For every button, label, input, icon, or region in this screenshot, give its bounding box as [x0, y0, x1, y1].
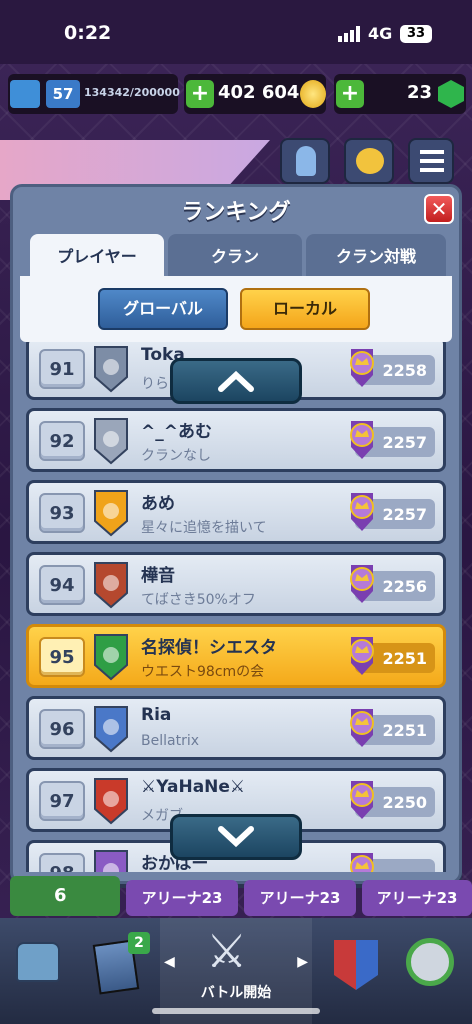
trophy-icon [345, 345, 379, 393]
plus-icon[interactable]: + [336, 80, 364, 108]
ranking-list[interactable]: 91 Toka りら 2258 92 ^_^あむ クランなし 2257 93 あ… [0, 342, 472, 872]
status-bar: 0:22 4G 33 [0, 0, 472, 64]
tab-clan-war[interactable]: クラン対戦 [306, 234, 446, 276]
person-icon [296, 146, 316, 176]
trophy-icon [345, 777, 379, 825]
chevron-down-icon [218, 826, 254, 848]
global-toggle[interactable]: グローバル [98, 288, 228, 330]
rank-number: 98 [39, 853, 85, 872]
gem-icon [438, 80, 464, 108]
network-label: 4G [368, 24, 393, 43]
trophy-icon [345, 849, 379, 872]
crown-icon [10, 80, 40, 108]
clan-badge-icon [93, 417, 129, 465]
ranking-row[interactable]: 96 Ria Bellatrix 2251 [26, 696, 446, 760]
ranking-row[interactable]: 92 ^_^あむ クランなし 2257 [26, 408, 446, 472]
clan-badge-icon [93, 561, 129, 609]
gem-amount: 23 [406, 82, 432, 103]
home-indicator [152, 1008, 320, 1014]
rank-number: 94 [39, 565, 85, 605]
trophy-icon [345, 705, 379, 753]
clan-name: りら [141, 376, 169, 392]
crown-icon [356, 148, 384, 174]
clan-name: 星々に追憶を描いて [141, 520, 267, 536]
plus-icon[interactable]: + [186, 80, 214, 108]
gold-counter[interactable]: + 402 604 [184, 74, 326, 114]
player-name: ^_^あむ [141, 422, 212, 442]
cards-tab[interactable]: 2 [88, 928, 152, 998]
chevron-right-icon: ▶ [297, 954, 308, 970]
ranking-row[interactable]: 94 樺音 てばさき50%オフ 2256 [26, 552, 446, 616]
player-name: あめ [141, 494, 175, 514]
swords-icon: ⚔ [206, 924, 248, 978]
signal-icon [338, 26, 362, 42]
chevron-left-icon: ◀ [164, 954, 175, 970]
scroll-up-button[interactable] [170, 358, 302, 404]
menu-icon [420, 150, 444, 172]
status-time: 0:22 [64, 22, 112, 44]
tab-players[interactable]: プレイヤー [30, 234, 164, 276]
friends-button[interactable] [280, 138, 330, 184]
menu-button[interactable] [408, 138, 454, 184]
clan-name: てばさき50%オフ [141, 592, 256, 608]
rank-number: 96 [39, 709, 85, 749]
shop-tab[interactable] [8, 928, 68, 998]
ranking-row[interactable]: 95 名探偵！シエスタ ウエスト98cmの会 2251 [26, 624, 446, 688]
arena-label[interactable]: アリーナ23 [362, 880, 472, 916]
clan-tab[interactable] [326, 928, 386, 998]
filter-bar [20, 276, 452, 342]
rank-number: 91 [39, 349, 85, 389]
xp-bar[interactable]: 57 134342/200000 [8, 74, 180, 114]
level-badge: 57 [46, 80, 80, 108]
gold-amount: 402 604 [218, 82, 300, 103]
clan-badge-icon [93, 849, 129, 872]
clan-name: Bellatrix [141, 733, 199, 749]
tab-clan[interactable]: クラン [168, 234, 302, 276]
trophy-icon [345, 417, 379, 465]
rank-number: 93 [39, 493, 85, 533]
clan-badge-icon [93, 777, 129, 825]
rank-number: 97 [39, 781, 85, 821]
player-name: 名探偵！シエスタ [141, 638, 277, 658]
battery-icon: 33 [400, 25, 432, 43]
player-name: Ria [141, 705, 172, 725]
local-toggle[interactable]: ローカル [240, 288, 370, 330]
gem-count: 6 [54, 885, 67, 906]
close-icon: ✕ [430, 197, 448, 221]
trophy-icon [345, 489, 379, 537]
clan-name: ウエスト98cmの会 [141, 664, 265, 680]
gold-coin-icon [300, 80, 326, 108]
player-name: 樺音 [141, 566, 175, 586]
shield-icon [334, 940, 378, 990]
clan-name: クランなし [141, 448, 211, 464]
rank-number: 92 [39, 421, 85, 461]
gem-count-tile[interactable]: 6 [10, 876, 120, 916]
scroll-down-button[interactable] [170, 814, 302, 860]
gem-counter[interactable]: + 23 [334, 74, 466, 114]
battle-label: バトル開始 [200, 985, 272, 1001]
arena-label[interactable]: アリーナ23 [126, 880, 238, 916]
player-name: ⚔YaHaNe⚔ [141, 777, 246, 797]
close-button[interactable]: ✕ [424, 194, 454, 224]
panel-title: ランキング [181, 200, 291, 225]
ranking-row[interactable]: 93 あめ 星々に追憶を描いて 2257 [26, 480, 446, 544]
chevron-up-icon [218, 370, 254, 392]
clan-badge-icon [93, 345, 129, 393]
laurel-icon [406, 938, 454, 986]
trophy-icon [345, 561, 379, 609]
trophy-icon [345, 633, 379, 681]
clan-button[interactable] [344, 138, 394, 184]
clan-badge-icon [93, 633, 129, 681]
events-tab[interactable] [398, 928, 462, 998]
rank-number: 95 [39, 637, 85, 677]
clan-badge-icon [93, 705, 129, 753]
chest-icon [16, 942, 60, 982]
clan-badge-icon [93, 489, 129, 537]
arena-label[interactable]: アリーナ23 [244, 880, 356, 916]
cards-badge: 2 [128, 932, 150, 954]
xp-text: 134342/200000 [84, 86, 180, 99]
